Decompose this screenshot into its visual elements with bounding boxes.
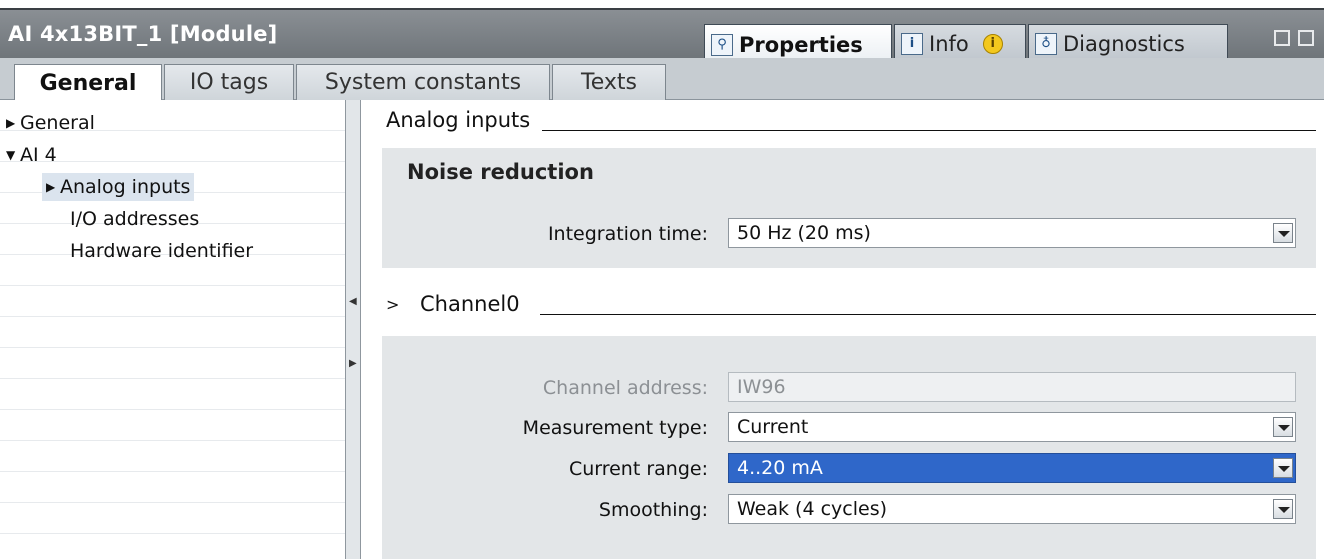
collapse-arrow-icon[interactable]: ▼ <box>6 148 20 162</box>
tab-properties-label: Properties <box>739 32 863 57</box>
tab-info-label: Info <box>929 31 969 56</box>
smoothing-label: Smoothing: <box>598 499 708 521</box>
nav-item-analog-inputs[interactable]: ▶ Analog inputs <box>42 173 195 201</box>
window-buttons <box>1274 30 1314 46</box>
tab-general[interactable]: General <box>14 64 162 101</box>
top-strip <box>0 0 1324 8</box>
smoothing-select[interactable]: Weak (4 cycles) <box>728 494 1296 524</box>
expand-arrow-icon[interactable]: ▶ <box>46 180 60 194</box>
integration-time-label: Integration time: <box>547 223 708 245</box>
pane-splitter[interactable]: ◀ ▶ <box>345 100 361 559</box>
section-title-analog-inputs: Analog inputs <box>386 108 531 132</box>
current-range-select[interactable]: 4..20 mA <box>728 453 1296 483</box>
noise-reduction-panel: Noise reduction Integration time: 50 Hz … <box>382 148 1316 268</box>
dropdown-arrow-icon[interactable] <box>1273 417 1293 437</box>
section-divider <box>542 130 1316 131</box>
noise-reduction-title: Noise reduction <box>407 160 594 184</box>
maximize-icon[interactable] <box>1298 30 1314 46</box>
property-tabs: General IO tags System constants Texts <box>0 58 1324 101</box>
info-icon: i <box>901 32 923 55</box>
inspector-titlebar: AI 4x13BIT_1 [Module] ⚲ Properties i Inf… <box>0 8 1324 64</box>
tab-diagnostics[interactable]: ♁ Diagnostics <box>1028 24 1228 62</box>
nav-item-hardware-identifier[interactable]: Hardware identifier <box>70 237 253 265</box>
dropdown-arrow-icon[interactable] <box>1273 499 1293 519</box>
tab-info[interactable]: i Info i <box>894 24 1026 62</box>
integration-time-select[interactable]: 50 Hz (20 ms) <box>728 218 1296 248</box>
measurement-type-label: Measurement type: <box>522 417 708 439</box>
properties-icon: ⚲ <box>711 33 733 56</box>
chevron-right-icon[interactable]: > <box>386 295 420 314</box>
tab-diagnostics-label: Diagnostics <box>1063 31 1185 56</box>
nav-item-io-addresses[interactable]: I/O addresses <box>70 205 199 233</box>
expand-right-icon[interactable]: ▶ <box>349 356 357 372</box>
tab-texts[interactable]: Texts <box>552 64 666 100</box>
collapse-left-icon[interactable]: ◀ <box>349 294 357 310</box>
tab-system-constants[interactable]: System constants <box>296 64 550 100</box>
info-badge-icon: i <box>982 33 1003 54</box>
nav-item-ai4[interactable]: ▼ AI 4 <box>6 141 57 169</box>
channel0-panel: Channel address: IW96 Measurement type: … <box>382 336 1316 559</box>
nav-item-general[interactable]: ▶ General <box>6 109 95 137</box>
restore-icon[interactable] <box>1274 30 1290 46</box>
measurement-type-select[interactable]: Current <box>728 412 1296 442</box>
expand-arrow-icon[interactable]: ▶ <box>6 116 20 130</box>
channel-address-field: IW96 <box>728 372 1296 402</box>
channel-address-label: Channel address: <box>542 377 708 399</box>
diagnostics-icon: ♁ <box>1035 32 1057 55</box>
dropdown-arrow-icon[interactable] <box>1273 223 1293 243</box>
dropdown-arrow-icon[interactable] <box>1273 458 1293 478</box>
current-range-label: Current range: <box>568 458 708 480</box>
navigation-tree: ▶ General ▼ AI 4 ▶ Analog inputs I/O add… <box>0 100 345 559</box>
channel0-header[interactable]: > Channel0 <box>386 292 520 316</box>
channel-divider <box>540 314 1316 315</box>
window-title: AI 4x13BIT_1 [Module] <box>8 22 278 46</box>
properties-content: Analog inputs Noise reduction Integratio… <box>362 100 1324 559</box>
tab-io-tags[interactable]: IO tags <box>164 64 294 100</box>
